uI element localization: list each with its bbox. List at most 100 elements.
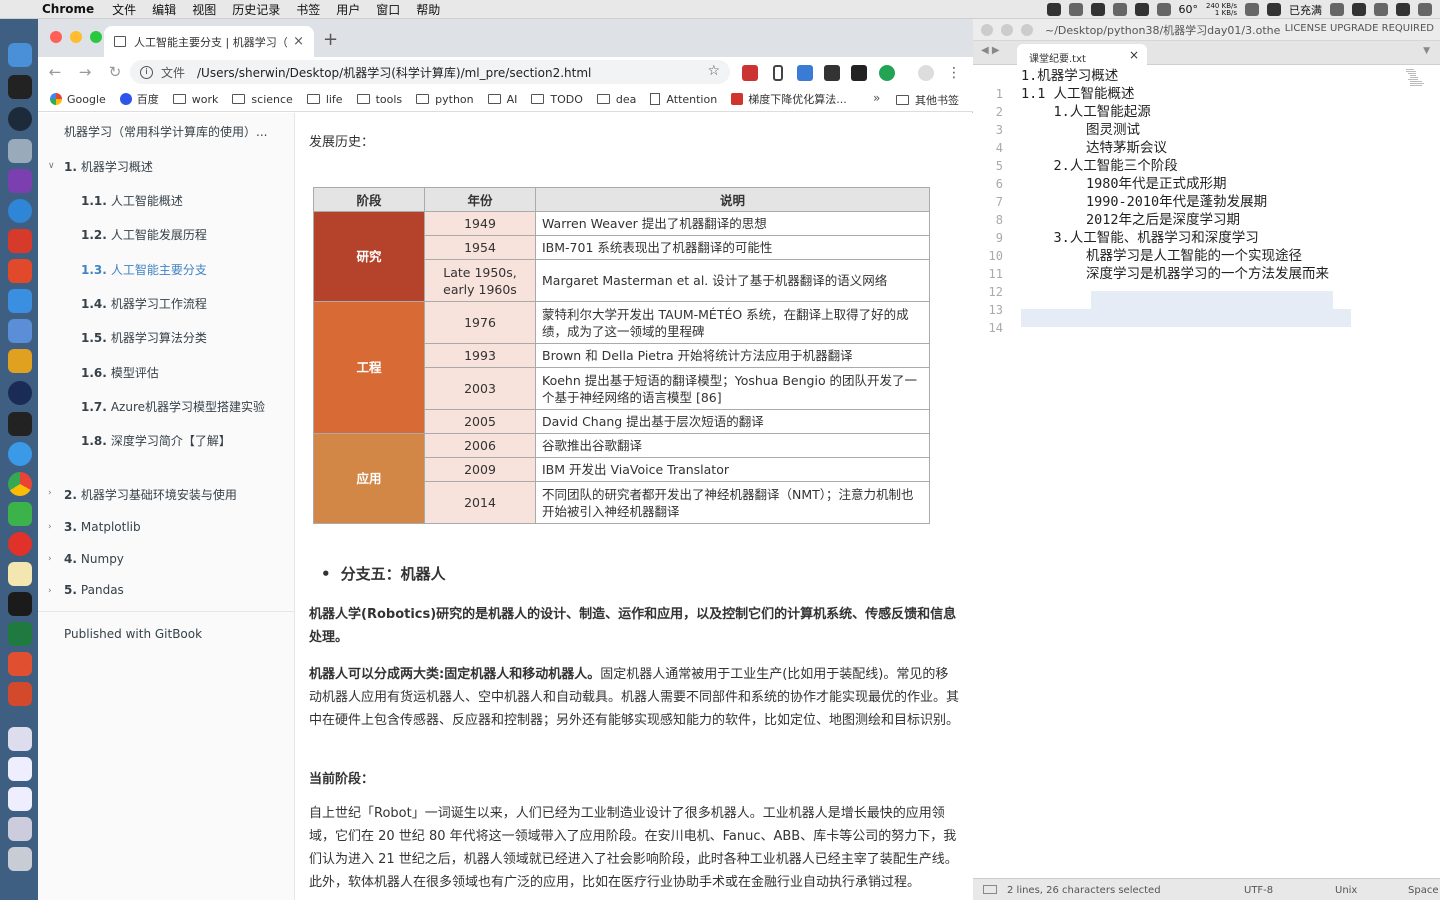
- menu-history[interactable]: 历史记录: [232, 1, 280, 18]
- chevron-down-icon[interactable]: ∨: [48, 161, 55, 171]
- temperature-readout[interactable]: 60°: [1179, 3, 1199, 16]
- tray-cloud-icon[interactable]: [1090, 3, 1105, 16]
- zoom-window-button[interactable]: [90, 31, 102, 43]
- bookmark-google[interactable]: Google: [50, 93, 106, 106]
- netease-music-icon[interactable]: [8, 532, 32, 556]
- volume-icon[interactable]: [1352, 3, 1366, 16]
- bookmark-dea[interactable]: dea: [596, 93, 636, 106]
- excel-icon[interactable]: [8, 622, 32, 646]
- preview-icon[interactable]: [8, 139, 32, 163]
- close-window-button[interactable]: [50, 31, 62, 43]
- search-icon[interactable]: [1374, 3, 1388, 16]
- apple-icon[interactable]: [16, 1, 32, 17]
- bookmark-attention[interactable]: Attention: [650, 93, 717, 106]
- editor-minimize-button[interactable]: [1001, 23, 1013, 36]
- chrome-dock-icon[interactable]: [8, 472, 32, 496]
- bookmark-ai[interactable]: AI: [487, 93, 517, 106]
- tab-dropdown-icon[interactable]: ▼: [1423, 46, 1430, 56]
- obs-icon[interactable]: [8, 107, 32, 131]
- app-red-icon[interactable]: [8, 229, 32, 253]
- url-text[interactable]: /Users/sherwin/Desktop/机器学习(科学计算库)/ml_pr…: [197, 64, 591, 81]
- sidebar-item-1-3[interactable]: 1.3. 人工智能主要分支: [81, 261, 207, 278]
- pycharm-icon[interactable]: [8, 592, 32, 616]
- tray-camera-icon[interactable]: [1112, 3, 1127, 16]
- sidebar-item-1-7[interactable]: 1.7. Azure机器学习模型搭建实验: [81, 398, 265, 415]
- forward-button[interactable]: →: [72, 63, 98, 81]
- minimize-window-button[interactable]: [70, 31, 82, 43]
- battery-icon[interactable]: [1267, 3, 1281, 16]
- minimap[interactable]: [1406, 69, 1436, 89]
- edit-app-icon[interactable]: [8, 289, 32, 313]
- activity-monitor-icon[interactable]: [8, 412, 32, 436]
- ghost-extension-icon[interactable]: [851, 65, 867, 81]
- chevron-right-icon[interactable]: ›: [48, 488, 52, 498]
- license-notice[interactable]: LICENSE UPGRADE REQUIRED: [1285, 23, 1434, 34]
- media-player-icon[interactable]: [8, 381, 32, 405]
- document-icon[interactable]: [8, 727, 32, 751]
- bookmark-baidu[interactable]: 百度: [119, 91, 159, 107]
- grammarly-dock-icon[interactable]: [8, 259, 32, 283]
- close-tab-icon[interactable]: ×: [1129, 48, 1139, 62]
- bookmark-life[interactable]: life: [306, 93, 343, 106]
- tray-grammarly-icon[interactable]: [1134, 3, 1149, 16]
- tab-nav-arrows-icon[interactable]: ◀ ▶: [981, 45, 1000, 56]
- notes-icon[interactable]: [8, 562, 32, 586]
- profile-avatar-icon[interactable]: [918, 65, 934, 81]
- book-title-link[interactable]: 机器学习（常用科学计算库的使用）...: [64, 123, 279, 140]
- panel-toggle-icon[interactable]: [983, 885, 997, 894]
- gitbook-credit-link[interactable]: Published with GitBook: [64, 627, 202, 641]
- tray-input-icon[interactable]: [1156, 3, 1171, 16]
- menu-file[interactable]: 文件: [112, 1, 136, 18]
- virtual-machine-icon[interactable]: [8, 319, 32, 343]
- menu-view[interactable]: 视图: [192, 1, 216, 18]
- wechat-icon[interactable]: [8, 502, 32, 526]
- line-endings-indicator[interactable]: Unix: [1335, 885, 1357, 896]
- file-icon[interactable]: [8, 757, 32, 781]
- sidebar-item-1-6[interactable]: 1.6. 模型评估: [81, 364, 159, 381]
- bookmark-todo[interactable]: TODO: [531, 93, 583, 106]
- menu-edit[interactable]: 编辑: [152, 1, 176, 18]
- downloads-icon[interactable]: [8, 817, 32, 841]
- file-2-icon[interactable]: [8, 787, 32, 811]
- back-button[interactable]: ←: [42, 63, 68, 81]
- screen-capture-icon[interactable]: [8, 199, 32, 223]
- notification-center-icon[interactable]: [1418, 3, 1432, 16]
- bookmark-work[interactable]: work: [172, 93, 218, 106]
- bookmark-science[interactable]: science: [232, 93, 293, 106]
- sublime-dock-icon[interactable]: [8, 349, 32, 373]
- editor-close-button[interactable]: [981, 23, 993, 36]
- menu-bookmarks[interactable]: 书签: [296, 1, 320, 18]
- menu-window[interactable]: 窗口: [376, 1, 400, 18]
- bookmark-gradient-descent[interactable]: 梯度下降优化算法...: [731, 91, 847, 107]
- close-tab-icon[interactable]: ×: [293, 34, 304, 49]
- tray-upload-icon[interactable]: [1068, 3, 1083, 16]
- indentation-indicator[interactable]: Space: [1408, 885, 1438, 896]
- sidebar-item-1-2[interactable]: 1.2. 人工智能发展历程: [81, 226, 207, 243]
- tray-app-icon[interactable]: [1046, 3, 1061, 16]
- sidebar-section-3[interactable]: 3. Matplotlib: [64, 520, 141, 534]
- sidebar-item-1-5[interactable]: 1.5. 机器学习算法分类: [81, 329, 207, 346]
- bookmark-star-icon[interactable]: ☆: [707, 63, 720, 79]
- editor-tab[interactable]: 课堂纪要.txt ×: [1017, 44, 1147, 65]
- sidebar-section-4[interactable]: 4. Numpy: [64, 552, 124, 566]
- sidebar-item-1-1[interactable]: 1.1. 人工智能概述: [81, 192, 183, 209]
- safari-icon[interactable]: [8, 442, 32, 466]
- finder-icon[interactable]: [8, 43, 32, 67]
- menu-help[interactable]: 帮助: [416, 1, 440, 18]
- onenote-icon[interactable]: [8, 169, 32, 193]
- sidebar-section-1[interactable]: 1. 机器学习概述: [64, 158, 153, 175]
- sidebar-section-5[interactable]: 5. Pandas: [64, 583, 124, 597]
- browser-tab[interactable]: 人工智能主要分支 | 机器学习（ ×: [104, 26, 314, 57]
- trash-icon[interactable]: [8, 847, 32, 871]
- sidebar-item-1-4[interactable]: 1.4. 机器学习工作流程: [81, 295, 207, 312]
- x-extension-icon[interactable]: [824, 65, 840, 81]
- grammarly-extension-icon[interactable]: [879, 65, 895, 81]
- encoding-indicator[interactable]: UTF-8: [1244, 885, 1273, 896]
- menu-people[interactable]: 用户: [336, 1, 360, 18]
- other-bookmarks[interactable]: 其他书签: [896, 92, 959, 108]
- menu-kebab-icon[interactable]: ⋮: [946, 65, 962, 81]
- sidebar-section-2[interactable]: 2. 机器学习基础环境安装与使用: [64, 486, 237, 503]
- terminal-icon[interactable]: [8, 75, 32, 99]
- bookmarks-overflow-button[interactable]: »: [873, 91, 880, 105]
- address-bar[interactable]: i 文件 /Users/sherwin/Desktop/机器学习(科学计算库)/…: [130, 60, 730, 84]
